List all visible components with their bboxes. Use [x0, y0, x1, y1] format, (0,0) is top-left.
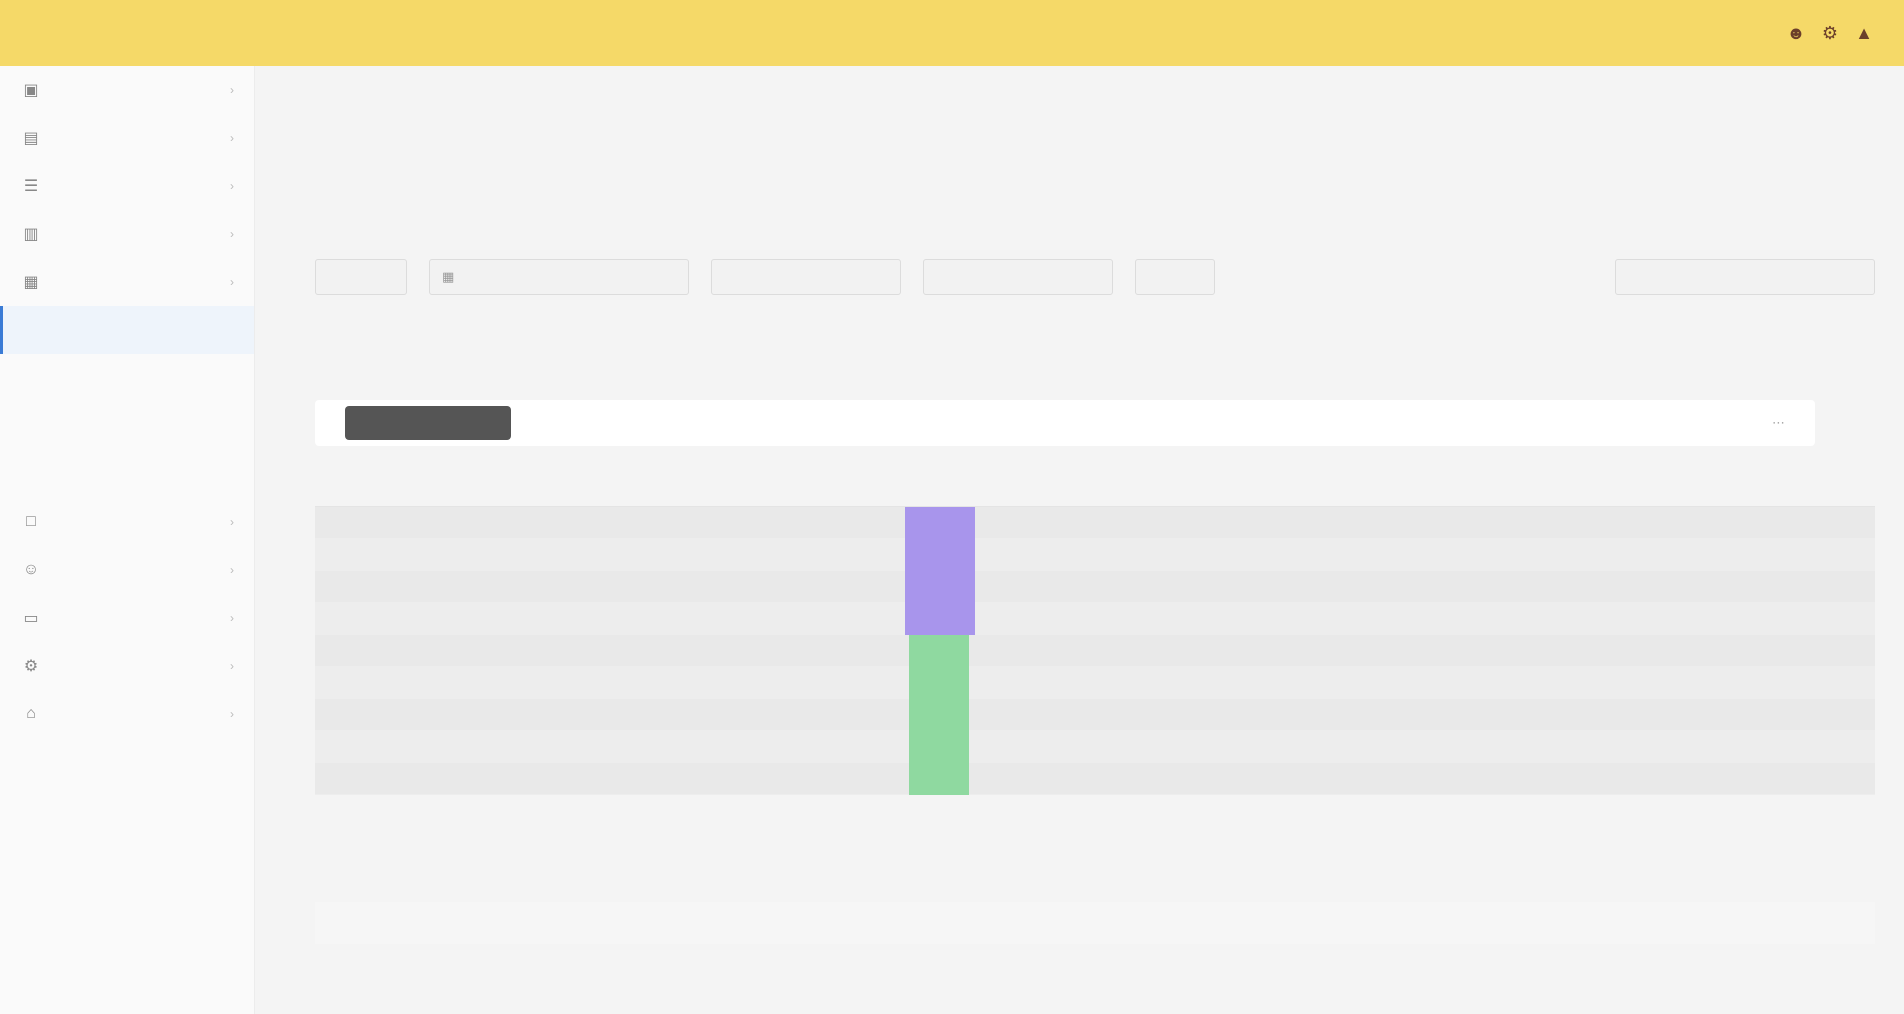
chevron-right-icon: › [230, 659, 234, 673]
status-cell [865, 698, 1045, 731]
table-row[interactable] [315, 762, 1875, 795]
sidebar-item-10[interactable]: □ › [0, 498, 254, 546]
table-row[interactable] [315, 666, 1875, 699]
status-badge [909, 762, 969, 795]
chevron-right-icon: › [230, 227, 234, 241]
settings-icon: ⚙ [23, 658, 39, 675]
table-row[interactable] [315, 698, 1875, 731]
sidebar-item-9[interactable] [0, 450, 254, 498]
filter-bar: ▦ [315, 249, 1875, 305]
status-cell [865, 666, 1045, 699]
status-cell [865, 730, 1045, 763]
chevron-right-icon: › [230, 563, 234, 577]
sidebar: ▣ › ▤ › ☰ › ▥ › ▦ › □ › ☺ › ▭ › ⚙ › ⌂ › [0, 66, 255, 1014]
table-row[interactable] [315, 570, 1875, 603]
status-cell [865, 538, 1045, 571]
filter-5[interactable] [1135, 259, 1215, 295]
sidebar-item-5[interactable]: ▦ › [0, 258, 254, 306]
sidebar-item-13[interactable]: ⚙ › [0, 642, 254, 690]
box-icon: □ [26, 513, 36, 530]
status-badge [909, 730, 969, 763]
filter-1[interactable] [315, 259, 407, 295]
chevron-right-icon: › [230, 707, 234, 721]
pagination [315, 902, 1875, 944]
filter-3[interactable] [711, 259, 901, 295]
main-content: ▦ ⋯ [255, 66, 1904, 1014]
filter-4[interactable] [923, 259, 1113, 295]
chevron-right-icon: › [230, 131, 234, 145]
chart-icon: ▥ [23, 226, 39, 243]
status-badge [909, 698, 969, 731]
chevron-right-icon: › [230, 515, 234, 529]
table-row[interactable] [315, 730, 1875, 763]
status-badge [905, 538, 975, 571]
status-cell [865, 602, 1045, 635]
data-table [315, 461, 1875, 795]
table-header [315, 461, 1875, 507]
tab-2[interactable] [523, 406, 713, 440]
sidebar-item-6[interactable] [0, 306, 254, 354]
tab-bar-action[interactable]: ⋯ [1772, 415, 1785, 431]
sidebar-item-7[interactable] [0, 354, 254, 402]
top-bar-right: ☻ ⚙ ▲ [1704, 0, 1904, 66]
status-cell [865, 570, 1045, 603]
chevron-right-icon: › [230, 179, 234, 193]
status-cell [865, 506, 1045, 539]
tab-1[interactable] [345, 406, 511, 440]
sidebar-item-3[interactable]: ☰ › [0, 162, 254, 210]
status-cell [865, 634, 1045, 667]
sidebar-item-14[interactable]: ⌂ › [0, 690, 254, 738]
table-body [315, 506, 1875, 795]
table-row[interactable] [315, 634, 1875, 667]
sidebar-item-12[interactable]: ▭ › [0, 594, 254, 642]
home-icon: ⌂ [26, 705, 36, 722]
dashboard-icon: ▣ [23, 82, 39, 99]
status-cell [865, 762, 1045, 795]
chevron-right-icon: › [230, 83, 234, 97]
bell-icon[interactable]: ▲ [1852, 21, 1876, 45]
table-row[interactable] [315, 538, 1875, 571]
status-badge [905, 570, 975, 603]
sidebar-item-4[interactable]: ▥ › [0, 210, 254, 258]
chevron-right-icon: › [230, 611, 234, 625]
sidebar-item-11[interactable]: ☺ › [0, 546, 254, 594]
top-bar-icons: ☻ ⚙ ▲ [1784, 21, 1876, 45]
filter-search[interactable] [1615, 259, 1875, 295]
sidebar-item-8[interactable] [0, 402, 254, 450]
users-icon: ☺ [22, 561, 40, 578]
top-bar: ☻ ⚙ ▲ [0, 0, 1904, 66]
folder-icon: ▤ [23, 130, 39, 147]
list-icon: ☰ [23, 178, 39, 195]
status-badge [909, 666, 969, 699]
grid-icon: ▦ [23, 274, 39, 291]
status-badge [909, 634, 969, 667]
calendar-icon: ▦ [442, 269, 455, 284]
table-row[interactable] [315, 506, 1875, 539]
settings-icon[interactable]: ⚙ [1818, 21, 1842, 45]
filter-date[interactable]: ▦ [429, 259, 689, 295]
document-icon: ▭ [23, 610, 39, 627]
sidebar-item-2[interactable]: ▤ › [0, 114, 254, 162]
tab-bar: ⋯ [315, 400, 1815, 446]
chevron-right-icon: › [230, 275, 234, 289]
status-badge [905, 506, 975, 539]
table-row[interactable] [315, 602, 1875, 635]
user-icon[interactable]: ☻ [1784, 21, 1808, 45]
status-badge [905, 602, 975, 635]
sidebar-item-1[interactable]: ▣ › [0, 66, 254, 114]
